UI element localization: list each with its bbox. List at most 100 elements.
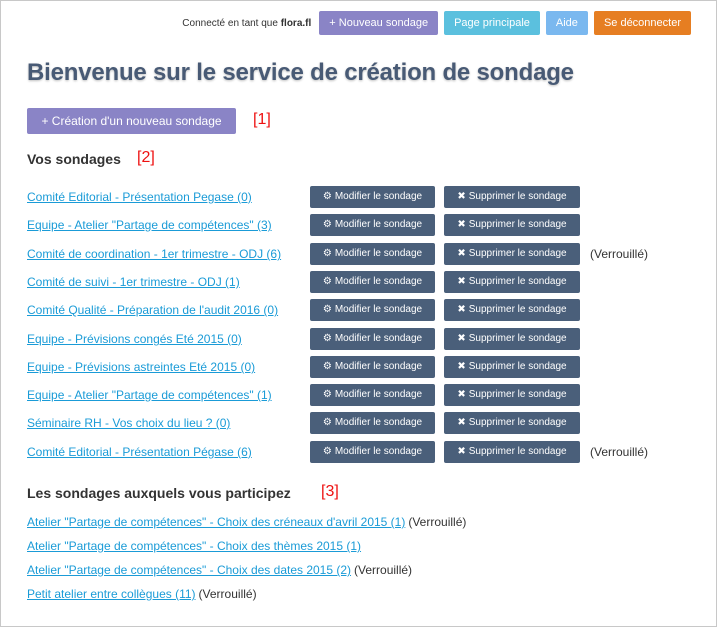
delete-label: Supprimer le sondage bbox=[468, 417, 567, 428]
delete-poll-button[interactable]: ✖ Supprimer le sondage bbox=[444, 299, 580, 321]
delete-label: Supprimer le sondage bbox=[468, 361, 567, 372]
locked-status: (Verrouillé) bbox=[408, 515, 467, 529]
close-icon: ✖ bbox=[457, 304, 466, 315]
username: flora.fl bbox=[280, 17, 312, 29]
delete-label: Supprimer le sondage bbox=[468, 304, 567, 315]
delete-poll-button[interactable]: ✖ Supprimer le sondage bbox=[444, 441, 580, 463]
delete-poll-button[interactable]: ✖ Supprimer le sondage bbox=[444, 186, 580, 208]
marker-1: [1] bbox=[253, 111, 271, 128]
delete-poll-button[interactable]: ✖ Supprimer le sondage bbox=[444, 412, 580, 434]
modify-poll-button[interactable]: ⚙ Modifier le sondage bbox=[310, 441, 435, 463]
poll-row: Comité Editorial - Présentation Pegase (… bbox=[27, 186, 707, 208]
gear-icon: ⚙ bbox=[322, 446, 332, 457]
locked-status: (Verrouillé) bbox=[198, 587, 257, 601]
participating-row: Atelier "Partage de compétences" - Choix… bbox=[27, 539, 361, 553]
delete-label: Supprimer le sondage bbox=[468, 248, 567, 259]
participating-row: Atelier "Partage de compétences" - Choix… bbox=[27, 515, 466, 529]
delete-label: Supprimer le sondage bbox=[468, 276, 567, 287]
new-poll-button[interactable]: + Nouveau sondage bbox=[319, 11, 439, 35]
gear-icon: ⚙ bbox=[322, 219, 332, 230]
delete-label: Supprimer le sondage bbox=[468, 219, 567, 230]
delete-poll-button[interactable]: ✖ Supprimer le sondage bbox=[444, 328, 580, 350]
close-icon: ✖ bbox=[457, 361, 466, 372]
poll-row: Comité Qualité - Préparation de l'audit … bbox=[27, 299, 707, 321]
modify-poll-button[interactable]: ⚙ Modifier le sondage bbox=[310, 243, 435, 265]
close-icon: ✖ bbox=[457, 333, 466, 344]
poll-link[interactable]: Comité de suivi - 1er trimestre - ODJ (1… bbox=[27, 275, 310, 289]
delete-poll-button[interactable]: ✖ Supprimer le sondage bbox=[444, 384, 580, 406]
participating-poll-link[interactable]: Petit atelier entre collègues (11) bbox=[27, 587, 196, 601]
poll-link[interactable]: Equipe - Prévisions astreintes Eté 2015 … bbox=[27, 360, 310, 374]
poll-link[interactable]: Equipe - Prévisions congés Eté 2015 (0) bbox=[27, 332, 310, 346]
participating-poll-link[interactable]: Atelier "Partage de compétences" - Choix… bbox=[27, 539, 361, 553]
gear-icon: ⚙ bbox=[322, 304, 332, 315]
delete-label: Supprimer le sondage bbox=[468, 389, 567, 400]
connected-as: Connecté en tant que flora.fl bbox=[182, 18, 311, 29]
poll-row: Equipe - Prévisions congés Eté 2015 (0) ⚙… bbox=[27, 328, 707, 350]
modify-label: Modifier le sondage bbox=[334, 389, 423, 400]
modify-poll-button[interactable]: ⚙ Modifier le sondage bbox=[310, 299, 435, 321]
modify-poll-button[interactable]: ⚙ Modifier le sondage bbox=[310, 328, 435, 350]
gear-icon: ⚙ bbox=[322, 276, 332, 287]
create-poll-button[interactable]: + Création d'un nouveau sondage bbox=[27, 108, 236, 134]
poll-link[interactable]: Equipe - Atelier "Partage de compétences… bbox=[27, 388, 310, 402]
page-title: Bienvenue sur le service de création de … bbox=[27, 59, 574, 86]
close-icon: ✖ bbox=[457, 276, 466, 287]
gear-icon: ⚙ bbox=[322, 191, 332, 202]
poll-row: Comité de suivi - 1er trimestre - ODJ (1… bbox=[27, 271, 707, 293]
close-icon: ✖ bbox=[457, 191, 466, 202]
poll-link[interactable]: Comité Editorial - Présentation Pegase (… bbox=[27, 190, 310, 204]
gear-icon: ⚙ bbox=[322, 248, 332, 259]
poll-row: Equipe - Atelier "Partage de compétences… bbox=[27, 384, 707, 406]
poll-row: Equipe - Prévisions astreintes Eté 2015 … bbox=[27, 356, 707, 378]
top-bar: Connecté en tant que flora.fl + Nouveau … bbox=[182, 11, 691, 35]
modify-label: Modifier le sondage bbox=[334, 446, 423, 457]
poll-row: Comité Editorial - Présentation Pégase (… bbox=[27, 441, 707, 463]
participating-poll-link[interactable]: Atelier "Partage de compétences" - Choix… bbox=[27, 515, 405, 529]
modify-poll-button[interactable]: ⚙ Modifier le sondage bbox=[310, 186, 435, 208]
modify-label: Modifier le sondage bbox=[334, 219, 423, 230]
close-icon: ✖ bbox=[457, 417, 466, 428]
gear-icon: ⚙ bbox=[322, 389, 332, 400]
poll-link[interactable]: Comité de coordination - 1er trimestre -… bbox=[27, 247, 310, 261]
participating-row: Petit atelier entre collègues (11) (Verro… bbox=[27, 587, 257, 601]
close-icon: ✖ bbox=[457, 248, 466, 259]
delete-poll-button[interactable]: ✖ Supprimer le sondage bbox=[444, 271, 580, 293]
logout-button[interactable]: Se déconnecter bbox=[593, 11, 691, 35]
modify-poll-button[interactable]: ⚙ Modifier le sondage bbox=[310, 412, 435, 434]
connected-prefix: Connecté en tant que bbox=[182, 17, 278, 29]
delete-label: Supprimer le sondage bbox=[468, 333, 567, 344]
participating-row: Atelier "Partage de compétences" - Choix… bbox=[27, 563, 412, 577]
delete-label: Supprimer le sondage bbox=[468, 191, 567, 202]
delete-poll-button[interactable]: ✖ Supprimer le sondage bbox=[444, 356, 580, 378]
modify-label: Modifier le sondage bbox=[334, 333, 423, 344]
modify-label: Modifier le sondage bbox=[334, 304, 423, 315]
modify-poll-button[interactable]: ⚙ Modifier le sondage bbox=[310, 384, 435, 406]
gear-icon: ⚙ bbox=[322, 417, 332, 428]
delete-label: Supprimer le sondage bbox=[468, 446, 567, 457]
locked-status: (Verrouillé) bbox=[590, 445, 649, 459]
modify-label: Modifier le sondage bbox=[334, 276, 423, 287]
poll-row: Séminaire RH - Vos choix du lieu ? (0) ⚙ M… bbox=[27, 412, 707, 434]
poll-link[interactable]: Equipe - Atelier "Partage de compétences… bbox=[27, 218, 310, 232]
marker-2: [2] bbox=[137, 149, 155, 166]
modify-poll-button[interactable]: ⚙ Modifier le sondage bbox=[310, 271, 435, 293]
help-button[interactable]: Aide bbox=[545, 11, 588, 35]
poll-link[interactable]: Comité Editorial - Présentation Pégase (… bbox=[27, 445, 310, 459]
gear-icon: ⚙ bbox=[322, 361, 332, 372]
close-icon: ✖ bbox=[457, 389, 466, 400]
modify-poll-button[interactable]: ⚙ Modifier le sondage bbox=[310, 214, 435, 236]
poll-link[interactable]: Comité Qualité - Préparation de l'audit … bbox=[27, 303, 310, 317]
close-icon: ✖ bbox=[457, 219, 466, 230]
page-frame: Connecté en tant que flora.fl + Nouveau … bbox=[0, 0, 717, 627]
delete-poll-button[interactable]: ✖ Supprimer le sondage bbox=[444, 214, 580, 236]
poll-row: Comité de coordination - 1er trimestre -… bbox=[27, 243, 707, 265]
poll-link[interactable]: Séminaire RH - Vos choix du lieu ? (0) bbox=[27, 416, 310, 430]
home-button[interactable]: Page principale bbox=[444, 11, 540, 35]
modify-label: Modifier le sondage bbox=[334, 248, 423, 259]
close-icon: ✖ bbox=[457, 446, 466, 457]
modify-poll-button[interactable]: ⚙ Modifier le sondage bbox=[310, 356, 435, 378]
locked-status: (Verrouillé) bbox=[354, 563, 413, 577]
participating-poll-link[interactable]: Atelier "Partage de compétences" - Choix… bbox=[27, 563, 351, 577]
delete-poll-button[interactable]: ✖ Supprimer le sondage bbox=[444, 243, 580, 265]
